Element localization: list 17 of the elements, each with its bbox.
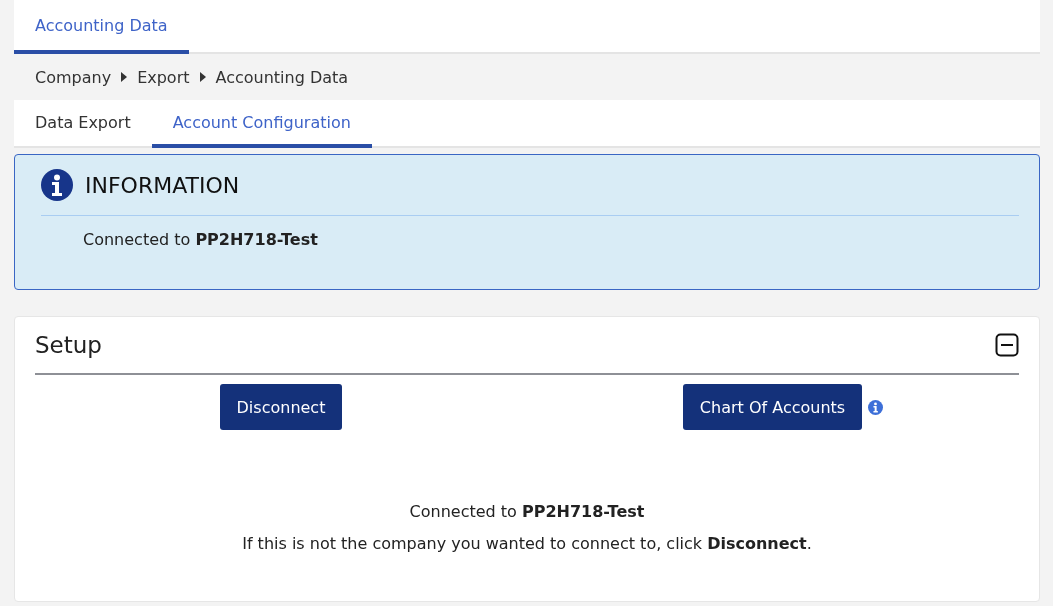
caret-icon: [121, 72, 128, 82]
section-title: Setup: [35, 332, 102, 358]
action-button[interactable]: Chart Of Accounts: [682, 384, 863, 430]
info-icon: [41, 169, 73, 201]
breadcrumb-item: Accounting Data: [215, 67, 349, 87]
breadcrumb-item[interactable]: Export: [137, 67, 190, 87]
tab[interactable]: Data Export: [14, 100, 152, 148]
collapse-icon[interactable]: [995, 333, 1019, 357]
caret-icon: [199, 72, 206, 82]
status-message: If this is not the company you wanted to connect to, click Disconnect.: [241, 534, 813, 553]
info-title: INFORMATION: [85, 172, 240, 198]
info-icon[interactable]: [868, 399, 884, 415]
status-message: Connected to PP2H718-Test: [408, 502, 646, 521]
tab[interactable]: Account Configuration: [151, 100, 372, 148]
info-message: Connected to PP2H718-Test: [83, 230, 318, 249]
action-button[interactable]: Disconnect: [219, 384, 343, 430]
breadcrumb-item[interactable]: Company: [35, 67, 112, 87]
